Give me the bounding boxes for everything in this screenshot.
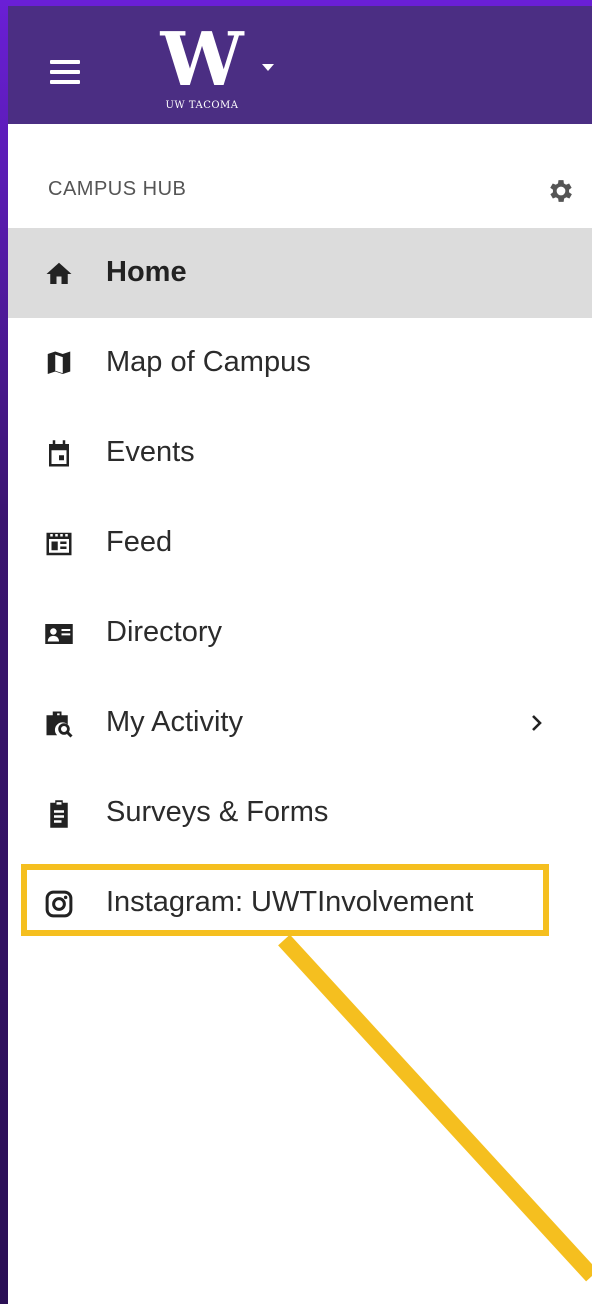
- nav-item-directory[interactable]: Directory: [8, 588, 592, 678]
- map-icon: [47, 351, 71, 374]
- chevron-right-icon[interactable]: [528, 710, 546, 736]
- uw-tacoma-logo[interactable]: W UW TACOMA: [154, 20, 250, 116]
- nav-item-label: Home: [106, 256, 187, 288]
- side-drawer: W UW TACOMA CAMPUS HUB Home Map of Campu…: [8, 6, 592, 1304]
- nav-item-label: Instagram: UWTInvolvement: [106, 886, 474, 918]
- nav-item-instagram[interactable]: Instagram: UWTInvolvement: [8, 858, 592, 948]
- calendar-icon: [49, 440, 69, 467]
- feed-icon: [46, 532, 72, 556]
- nav-item-label: Events: [106, 436, 195, 468]
- nav-item-label: Directory: [106, 616, 223, 648]
- contact-card-icon: [45, 624, 73, 644]
- activity-search-icon: [46, 711, 73, 738]
- nav-item-label: Feed: [106, 526, 173, 558]
- top-bar: W UW TACOMA: [8, 6, 592, 124]
- logo-letter: W: [160, 17, 244, 103]
- section-header: CAMPUS HUB: [8, 124, 592, 228]
- nav-item-my-activity[interactable]: My Activity: [8, 678, 592, 768]
- gear-icon[interactable]: [546, 176, 576, 206]
- nav-item-label: My Activity: [106, 706, 243, 738]
- home-icon: [46, 262, 72, 284]
- nav-list: Home Map of Campus Events Feed Directory…: [8, 228, 592, 948]
- logo-subtitle: UW TACOMA: [165, 100, 239, 111]
- clipboard-icon: [50, 800, 68, 828]
- menu-icon[interactable]: [46, 54, 86, 86]
- section-title: CAMPUS HUB: [48, 178, 187, 200]
- nav-item-home[interactable]: Home: [8, 228, 592, 318]
- nav-item-label: Map of Campus: [106, 346, 311, 378]
- nav-item-map-of-campus[interactable]: Map of Campus: [8, 318, 592, 408]
- nav-item-label: Surveys & Forms: [106, 796, 329, 828]
- nav-item-feed[interactable]: Feed: [8, 498, 592, 588]
- nav-item-events[interactable]: Events: [8, 408, 592, 498]
- caret-down-icon[interactable]: [262, 64, 274, 71]
- nav-item-surveys-forms[interactable]: Surveys & Forms: [8, 768, 592, 858]
- instagram-icon: [45, 890, 73, 918]
